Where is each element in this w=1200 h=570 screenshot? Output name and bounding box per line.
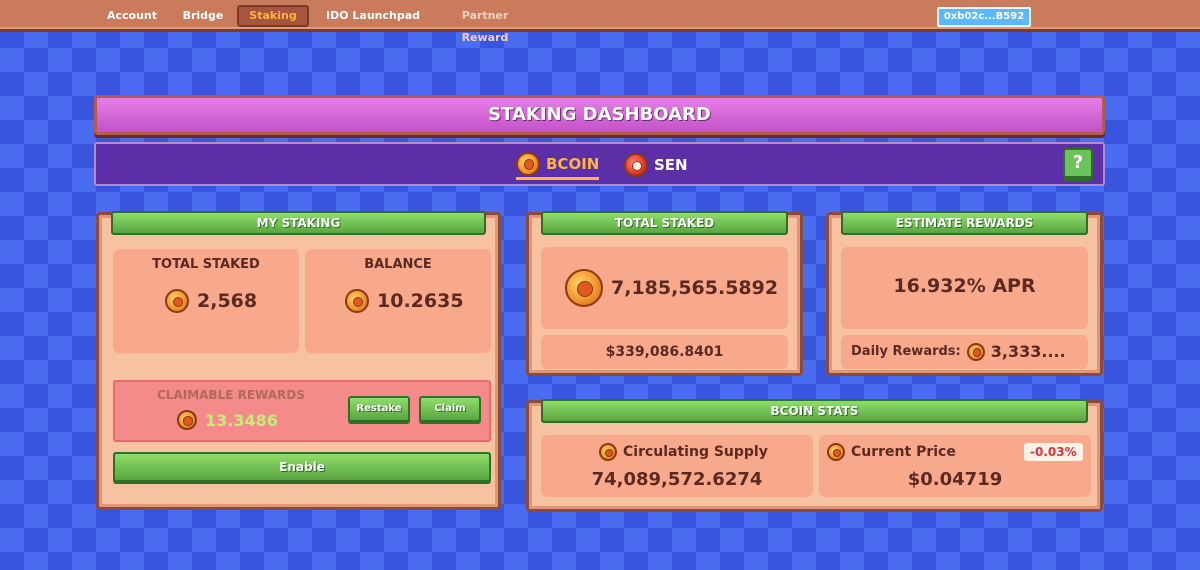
balance-value: 10.2635 bbox=[345, 289, 464, 313]
bcoin-icon bbox=[827, 443, 845, 461]
nav-partner-reward[interactable]: Partner Reward bbox=[438, 5, 532, 44]
total-staked-panel: TOTAL STAKED 7,185,565.5892 $339,086.840… bbox=[526, 211, 803, 376]
daily-rewards-value: 3,333.... bbox=[990, 342, 1066, 361]
total-staked-amount: 7,185,565.5892 bbox=[611, 277, 779, 299]
circulating-supply-header: Circulating Supply bbox=[599, 443, 768, 461]
restake-button[interactable]: Restake bbox=[348, 396, 410, 422]
current-price-header: Current Price bbox=[827, 443, 956, 461]
tab-sen[interactable]: SEN bbox=[624, 150, 688, 180]
my-total-staked-label: TOTAL STAKED bbox=[152, 257, 260, 272]
balance-amount: 10.2635 bbox=[377, 290, 464, 312]
wallet-address-button[interactable]: 0xb02c...B592 bbox=[937, 7, 1031, 27]
daily-rewards-row: Daily Rewards: 3,333.... bbox=[851, 342, 1066, 361]
help-button[interactable]: ? bbox=[1063, 148, 1093, 178]
circulating-supply-label: Circulating Supply bbox=[623, 444, 768, 460]
nav-ido-launchpad[interactable]: IDO Launchpad bbox=[322, 5, 424, 27]
circulating-supply-box: Circulating Supply 74,089,572.6274 bbox=[541, 435, 813, 497]
current-price-value: $0.04719 bbox=[907, 469, 1003, 490]
total-staked-value: 7,185,565.5892 bbox=[565, 269, 778, 307]
my-total-staked-box: TOTAL STAKED 2,568 bbox=[113, 249, 299, 353]
bcoin-stats-title: BCOIN STATS bbox=[541, 399, 1088, 423]
estimate-rewards-title: ESTIMATE REWARDS bbox=[841, 211, 1088, 235]
claim-button[interactable]: Claim bbox=[419, 396, 481, 422]
my-total-staked-value: 2,568 bbox=[165, 289, 257, 313]
sen-icon bbox=[624, 153, 648, 177]
bcoin-icon bbox=[516, 151, 540, 176]
dashboard-banner: STAKING DASHBOARD bbox=[94, 95, 1105, 135]
bcoin-icon bbox=[966, 342, 985, 361]
bcoin-icon bbox=[565, 269, 603, 307]
nav-bridge[interactable]: Bridge bbox=[180, 5, 226, 27]
apr-value: 16.932% APR bbox=[893, 275, 1036, 297]
bcoin-icon bbox=[177, 410, 197, 430]
estimate-rewards-panel: ESTIMATE REWARDS 16.932% APR Daily Rewar… bbox=[826, 211, 1103, 376]
current-price-box: Current Price -0.03% $0.04719 bbox=[819, 435, 1091, 497]
my-staking-panel: MY STAKING TOTAL STAKED 2,568 BALANCE 10… bbox=[96, 211, 501, 510]
circulating-supply-value: 74,089,572.6274 bbox=[591, 469, 763, 490]
daily-rewards-box: Daily Rewards: 3,333.... bbox=[841, 335, 1088, 369]
bcoin-icon bbox=[599, 443, 617, 461]
claimable-rewards-amount: 13.3486 bbox=[205, 410, 278, 430]
tab-sen-label: SEN bbox=[654, 156, 688, 174]
top-nav: Account Bridge Staking IDO Launchpad Par… bbox=[0, 0, 1200, 44]
current-price-label: Current Price bbox=[851, 444, 956, 460]
tab-bcoin-label: BCOIN bbox=[546, 154, 600, 173]
my-staking-title: MY STAKING bbox=[111, 211, 486, 235]
bcoin-stats-panel: BCOIN STATS Circulating Supply 74,089,57… bbox=[526, 399, 1103, 512]
total-staked-value-box: 7,185,565.5892 bbox=[541, 247, 788, 329]
balance-label: BALANCE bbox=[364, 257, 432, 272]
bcoin-icon bbox=[345, 289, 369, 313]
nav-staking[interactable]: Staking bbox=[237, 5, 309, 27]
total-staked-usd: $339,086.8401 bbox=[605, 344, 724, 360]
nav-account[interactable]: Account bbox=[104, 5, 160, 27]
balance-box: BALANCE 10.2635 bbox=[305, 249, 491, 353]
claimable-rewards-value: 13.3486 bbox=[177, 410, 278, 430]
daily-rewards-label: Daily Rewards: bbox=[851, 344, 961, 359]
total-staked-title: TOTAL STAKED bbox=[541, 211, 788, 235]
price-change-badge: -0.03% bbox=[1024, 443, 1083, 461]
claimable-rewards-box: CLAIMABLE REWARDS 13.3486 Restake Claim bbox=[113, 380, 491, 442]
total-staked-usd-box: $339,086.8401 bbox=[541, 335, 788, 369]
enable-button[interactable]: Enable bbox=[113, 452, 491, 482]
token-tabs: BCOIN SEN ? bbox=[94, 142, 1105, 186]
page-title: STAKING DASHBOARD bbox=[488, 104, 711, 125]
my-total-staked-amount: 2,568 bbox=[197, 290, 258, 312]
claimable-rewards-label: CLAIMABLE REWARDS bbox=[157, 388, 305, 402]
apr-box: 16.932% APR bbox=[841, 247, 1088, 329]
bcoin-icon bbox=[165, 289, 189, 313]
tab-bcoin[interactable]: BCOIN bbox=[516, 150, 600, 180]
